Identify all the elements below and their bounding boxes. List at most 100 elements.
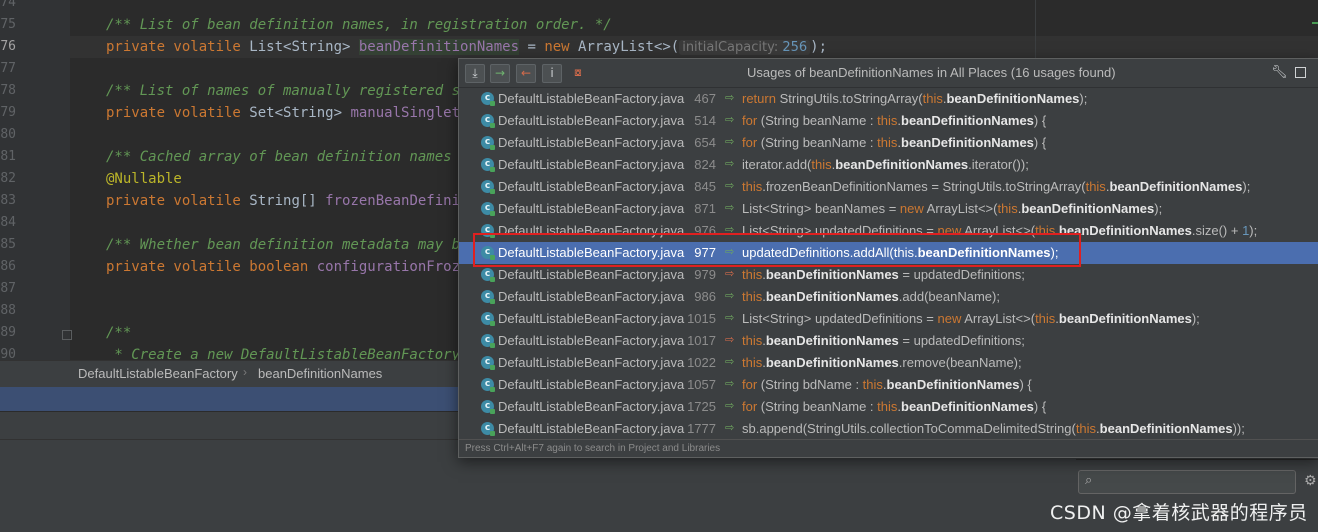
usage-file-name: DefaultListableBeanFactory.java <box>498 311 685 326</box>
usage-row[interactable]: c DefaultListableBeanFactory.java 845 ⇨ this… <box>459 176 1318 198</box>
filter-icon[interactable]: ⧇ <box>568 64 588 83</box>
usage-code-token: .remove(beanName); <box>898 355 1022 370</box>
code-line[interactable]: /** List of names of manually registered… <box>106 80 477 102</box>
usage-code-token: = updatedDefinitions; <box>898 267 1025 282</box>
code-line[interactable]: private volatile Set<String> manualSingl… <box>106 102 477 124</box>
usage-file-name: DefaultListableBeanFactory.java <box>498 377 685 392</box>
usage-code-token: List<String> beanNames = <box>742 201 900 216</box>
java-class-icon: c <box>481 180 495 194</box>
usage-file-name: DefaultListableBeanFactory.java <box>498 135 685 150</box>
usage-code-token: beanDefinitionNames <box>886 377 1020 392</box>
gear-icon[interactable]: ⚙ <box>1304 473 1317 489</box>
usage-code-token: beanDefinitionNames <box>901 135 1034 150</box>
code-keyword: new <box>544 39 579 55</box>
usage-row[interactable]: c DefaultListableBeanFactory.java 1725 ⇨ for… <box>459 396 1318 418</box>
usage-line-number: 1015 <box>687 311 716 326</box>
usage-row[interactable]: c DefaultListableBeanFactory.java 1015 ⇨ Lis… <box>459 308 1318 330</box>
usage-code-token: this <box>862 377 883 392</box>
navigate-previous-icon[interactable]: ← <box>516 64 536 83</box>
line-number: 81 <box>0 149 16 164</box>
usage-row[interactable]: c DefaultListableBeanFactory.java 871 ⇨ List… <box>459 198 1318 220</box>
usage-line-number: 845 <box>694 179 716 194</box>
line-number: 78 <box>0 83 16 98</box>
java-class-icon: c <box>481 202 495 216</box>
java-class-icon: c <box>481 158 495 172</box>
pin-window-icon[interactable] <box>1295 67 1306 78</box>
usage-code-token: sb.append(StringUtils.collectionToCommaD… <box>742 421 1076 436</box>
usage-line-number: 871 <box>694 201 716 216</box>
parameter-hint-label: initialCapacity: <box>682 40 779 55</box>
fold-marker-icon[interactable] <box>62 330 72 340</box>
search-input[interactable]: ⌕ <box>1078 470 1296 494</box>
usage-row[interactable]: c DefaultListableBeanFactory.java 979 ⇨ this… <box>459 264 1318 286</box>
usage-code-token: this <box>877 113 898 128</box>
code-comment: /** List of bean definition names, in re… <box>106 17 612 33</box>
java-class-icon: c <box>481 114 495 128</box>
usage-code-token: ); <box>1191 311 1200 326</box>
usage-code: List<String> updatedDefinitions = new Ar… <box>742 311 1200 326</box>
usage-code-token: this <box>811 157 832 172</box>
usage-code-token: ArrayList<>( <box>964 311 1036 326</box>
usage-row[interactable]: c DefaultListableBeanFactory.java 467 ⇨ retu… <box>459 88 1318 110</box>
code-line[interactable]: private volatile List<String> beanDefini… <box>106 36 827 59</box>
code-type: String[] <box>249 193 326 209</box>
java-class-icon: c <box>481 312 495 326</box>
usage-code: this.beanDefinitionNames.add(beanName); <box>742 289 1000 304</box>
usage-file-name: DefaultListableBeanFactory.java <box>498 157 685 172</box>
line-number: 76 <box>0 39 16 54</box>
usage-file-name: DefaultListableBeanFactory.java <box>498 399 685 414</box>
usage-row[interactable]: c DefaultListableBeanFactory.java 1777 ⇨ sb.… <box>459 418 1318 440</box>
usage-code-token: ) { <box>1019 377 1032 392</box>
usage-code-token: this <box>877 399 898 414</box>
code-text: ArrayList<>( <box>578 39 680 55</box>
info-icon[interactable]: i <box>542 64 562 83</box>
read-access-icon: ⇨ <box>725 399 735 412</box>
usage-code: for (String beanName : this.beanDefiniti… <box>742 113 1046 128</box>
line-number: 82 <box>0 171 16 186</box>
code-line[interactable]: /** List of bean definition names, in re… <box>106 14 612 36</box>
java-class-icon: c <box>481 136 495 150</box>
code-line[interactable]: private volatile String[] frozenBeanDefi… <box>106 190 477 212</box>
breadcrumb-class[interactable]: DefaultListableBeanFactory <box>78 366 238 381</box>
code-line[interactable]: /** Cached array of bean definition name… <box>106 146 477 168</box>
code-keyword: private volatile <box>106 193 250 209</box>
popup-title: Usages of beanDefinitionNames in All Pla… <box>747 65 1116 80</box>
code-line[interactable]: /** Whether bean definition metadata may… <box>106 234 468 256</box>
breadcrumb-member[interactable]: beanDefinitionNames <box>258 366 382 381</box>
read-access-icon: ⇨ <box>725 289 735 302</box>
navigate-next-icon[interactable]: → <box>490 64 510 83</box>
usage-code: sb.append(StringUtils.collectionToCommaD… <box>742 421 1245 436</box>
wrench-icon[interactable]: 🔧︎ <box>1271 65 1288 80</box>
usage-code-token: return <box>742 91 780 106</box>
read-access-icon: ⇨ <box>725 355 735 368</box>
code-line[interactable]: @Nullable <box>106 168 182 190</box>
change-marker <box>1312 22 1318 24</box>
usage-code-token: .frozenBeanDefinitionNames = StringUtils… <box>762 179 1086 194</box>
java-class-icon: c <box>481 334 495 348</box>
usage-code-token: this <box>742 179 763 194</box>
usage-row[interactable]: c DefaultListableBeanFactory.java 514 ⇨ for … <box>459 110 1318 132</box>
expand-all-icon[interactable]: ⤓ <box>465 64 485 83</box>
usage-code-token: (String beanName : <box>760 113 878 128</box>
line-number: 87 <box>0 281 16 296</box>
usage-code-token: this <box>742 355 763 370</box>
usage-code-token: this <box>742 333 763 348</box>
code-line[interactable]: private volatile boolean configurationFr… <box>106 256 477 278</box>
usage-code-token: beanDefinitionNames <box>946 91 1080 106</box>
usage-row[interactable]: c DefaultListableBeanFactory.java 986 ⇨ this… <box>459 286 1318 308</box>
usage-code-token: for <box>742 399 761 414</box>
parameter-hint: initialCapacity: 256 <box>679 40 811 55</box>
usage-row[interactable]: c DefaultListableBeanFactory.java 824 ⇨ iter… <box>459 154 1318 176</box>
usage-row[interactable]: c DefaultListableBeanFactory.java 1017 ⇨ thi… <box>459 330 1318 352</box>
code-line[interactable]: /** <box>106 322 131 344</box>
usage-row[interactable]: c DefaultListableBeanFactory.java 1022 ⇨ thi… <box>459 352 1318 374</box>
usage-code-token: ); <box>1154 201 1163 216</box>
code-comment: /** Cached array of bean definition name… <box>106 149 477 165</box>
usage-row[interactable]: c DefaultListableBeanFactory.java 1057 ⇨ for… <box>459 374 1318 396</box>
usage-row[interactable]: c DefaultListableBeanFactory.java 654 ⇨ for … <box>459 132 1318 154</box>
code-comment: /** List of names of manually registered… <box>106 83 477 99</box>
line-number: 80 <box>0 127 16 142</box>
usage-code-token: this <box>1075 421 1097 436</box>
usage-code-token: .size() + <box>1191 223 1243 238</box>
java-class-icon: c <box>481 400 495 414</box>
